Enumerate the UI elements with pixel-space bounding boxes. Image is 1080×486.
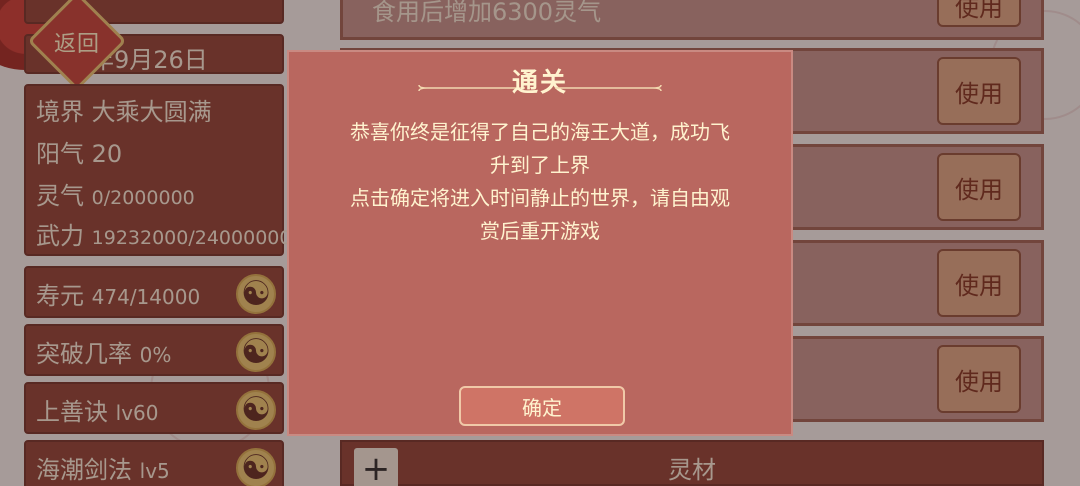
dialog-title: 通关 — [511, 68, 568, 98]
completion-dialog: 通关 恭喜你终是征得了自己的海王大道，成功飞 升到了上界 点击确定将进入时间静止… — [287, 50, 793, 436]
dialog-message-line: 点击确定将进入时间静止的世界，请自由观 — [350, 186, 730, 210]
dialog-message-line: 恭喜你终是征得了自己的海王大道，成功飞 — [350, 120, 730, 144]
dialog-message-line: 赏后重开游戏 — [480, 219, 600, 243]
confirm-button[interactable]: 确定 — [459, 386, 625, 426]
title-ornament-right — [555, 84, 662, 92]
dialog-message: 恭喜你终是征得了自己的海王大道，成功飞 升到了上界 点击确定将进入时间静止的世界… — [319, 116, 761, 248]
game-scene: 年9月26日 返回 境界 大乘大圆满 阳气 20 灵气 0/2000000 武力… — [0, 0, 1080, 486]
dialog-message-line: 升到了上界 — [490, 153, 590, 177]
